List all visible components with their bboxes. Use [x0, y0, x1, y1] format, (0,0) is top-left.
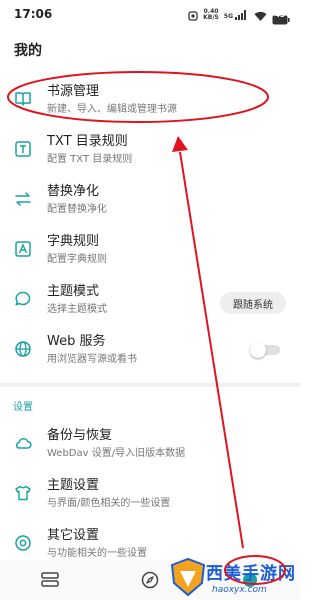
status-time: 17:06 — [14, 7, 53, 21]
net-speed: 0.40 KB/S — [203, 9, 219, 21]
watermark-text: 西美手游网 — [206, 564, 296, 584]
page-title: 我的 — [14, 43, 42, 59]
menu-subtitle: WebDav 设置/导入旧版本数据 — [47, 448, 186, 459]
menu-title: 其它设置 — [47, 528, 100, 543]
menu-item-book-source[interactable]: 书源管理 新建、导入、编辑或管理书源 — [0, 76, 300, 126]
menu-subtitle: 与界面/颜色相关的一些设置 — [47, 498, 171, 509]
nav-bookshelf-button[interactable] — [38, 570, 62, 594]
menu-title: TXT 目录规则 — [47, 134, 128, 149]
chat-bubble-icon — [13, 289, 33, 309]
watermark-logo: 西美手游网 haoxyx.com — [168, 555, 300, 600]
menu-subtitle: 配置替换净化 — [47, 204, 107, 215]
battery-level: 43 — [275, 11, 285, 19]
globe-icon — [13, 339, 33, 359]
menu-title: 书源管理 — [47, 84, 100, 99]
menu-item-theme-settings[interactable]: 主题设置 与界面/颜色相关的一些设置 — [0, 470, 300, 520]
menu-subtitle: 新建、导入、编辑或管理书源 — [47, 104, 177, 115]
status-icons: 0.40 KB/S 5G 43 — [188, 6, 290, 25]
menu-item-replace-purify[interactable]: 替换净化 配置替换净化 — [0, 176, 300, 226]
txt-icon — [13, 139, 33, 159]
toggle-thumb — [250, 342, 266, 358]
signal-label: 5G — [223, 13, 233, 20]
watermark-emblem-icon — [170, 557, 206, 597]
section-divider — [0, 383, 300, 387]
menu-title: 替换净化 — [47, 184, 100, 199]
menu-title: Web 服务 — [47, 334, 106, 349]
theme-mode-button[interactable]: 跟随系统 — [220, 292, 286, 314]
settings-section-header: 设置 — [13, 402, 33, 413]
book-source-icon — [13, 89, 33, 109]
nav-discover-button[interactable] — [138, 570, 162, 594]
menu-subtitle: 选择主题模式 — [47, 304, 107, 315]
watermark-domain: haoxyx.com — [212, 585, 267, 595]
web-service-toggle[interactable] — [250, 342, 280, 358]
menu-item-txt-rules[interactable]: TXT 目录规则 配置 TXT 目录规则 — [0, 126, 300, 176]
menu-subtitle: 配置 TXT 目录规则 — [47, 154, 133, 165]
alarm-icon — [188, 6, 198, 25]
swap-icon — [13, 189, 33, 209]
menu-item-dictionary-rules[interactable]: 字典规则 配置字典规则 — [0, 226, 300, 276]
menu-title: 字典规则 — [47, 234, 100, 249]
cloud-icon — [13, 433, 33, 453]
bookshelf-icon — [40, 571, 60, 593]
signal-icon: 5G — [224, 10, 249, 20]
menu-item-backup-restore[interactable]: 备份与恢复 WebDav 设置/导入旧版本数据 — [0, 420, 300, 470]
menu-title: 主题设置 — [47, 478, 100, 493]
wifi-icon — [254, 6, 267, 25]
menu-subtitle: 与功能相关的一些设置 — [47, 548, 147, 559]
menu-title: 备份与恢复 — [47, 428, 113, 443]
menu-subtitle: 配置字典规则 — [47, 254, 107, 265]
tshirt-icon — [13, 483, 33, 503]
menu-subtitle: 用浏览器写源或看书 — [47, 354, 137, 365]
status-bar: 17:06 0.40 KB/S 5G 43 — [0, 0, 300, 30]
compass-icon — [140, 570, 160, 594]
settings-circle-icon — [13, 533, 33, 553]
net-speed-unit: KB/S — [203, 14, 219, 21]
battery-icon: 43 — [272, 10, 290, 25]
menu-title: 主题模式 — [47, 284, 100, 299]
dictionary-icon — [13, 239, 33, 259]
